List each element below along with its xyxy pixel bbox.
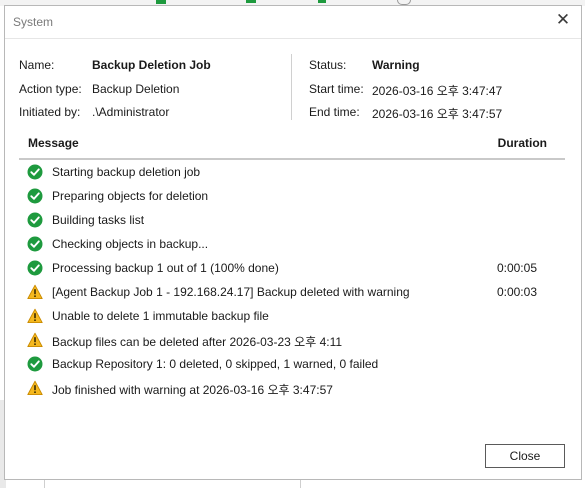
system-dialog: System ✕ Name: Backup Deletion Job Actio… bbox=[4, 5, 582, 480]
close-icon[interactable]: ✕ bbox=[552, 9, 574, 31]
log-row[interactable]: Starting backup deletion job bbox=[19, 160, 565, 184]
log-row[interactable]: Building tasks list bbox=[19, 208, 565, 232]
log-row[interactable]: Preparing objects for deletion bbox=[19, 184, 565, 208]
log-message: Unable to delete 1 immutable backup file bbox=[52, 309, 269, 323]
log-message: Checking objects in backup... bbox=[52, 237, 209, 251]
duration-column-header[interactable]: Duration bbox=[498, 136, 547, 150]
warning-triangle-icon bbox=[27, 332, 43, 348]
success-check-icon bbox=[27, 356, 43, 372]
background-green-icon bbox=[318, 0, 326, 3]
close-button[interactable]: Close bbox=[485, 444, 565, 468]
success-check-icon bbox=[27, 212, 43, 228]
log-row[interactable]: Unable to delete 1 immutable backup file bbox=[19, 304, 565, 328]
action-type-label: Action type: bbox=[19, 82, 82, 96]
dialog-title: System bbox=[13, 15, 54, 29]
background-green-icon bbox=[156, 0, 166, 4]
success-check-icon bbox=[27, 260, 43, 276]
log-message: Backup Repository 1: 0 deleted, 0 skippe… bbox=[52, 357, 379, 371]
status-label: Status: bbox=[309, 58, 347, 72]
message-column-header[interactable]: Message bbox=[28, 136, 79, 150]
success-check-icon bbox=[27, 188, 43, 204]
log-duration: 0:00:03 bbox=[496, 285, 537, 299]
info-divider bbox=[291, 54, 292, 120]
log-row[interactable]: Backup Repository 1: 0 deleted, 0 skippe… bbox=[19, 352, 565, 376]
dialog-titlebar: System ✕ bbox=[5, 6, 581, 39]
warning-triangle-icon bbox=[27, 284, 43, 300]
job-name-value: Backup Deletion Job bbox=[92, 58, 211, 72]
log-message: Job finished with warning at 2026-03-16 … bbox=[52, 383, 333, 397]
log-duration: 0:00:05 bbox=[496, 261, 537, 275]
success-check-icon bbox=[27, 236, 43, 252]
log-row[interactable]: Backup files can be deleted after 2026-0… bbox=[19, 328, 565, 352]
status-value: Warning bbox=[372, 58, 420, 72]
log-table-header: Message Duration bbox=[19, 132, 565, 160]
warning-triangle-icon bbox=[27, 380, 43, 396]
start-time-value: 2026-03-16 오후 3:47:47 bbox=[372, 84, 503, 98]
initiated-by-label: Initiated by: bbox=[19, 105, 81, 119]
log-message: Building tasks list bbox=[52, 213, 145, 227]
action-type-value: Backup Deletion bbox=[92, 82, 180, 96]
success-check-icon bbox=[27, 164, 43, 180]
name-label: Name: bbox=[19, 58, 55, 72]
log-row[interactable]: Checking objects in backup... bbox=[19, 232, 565, 256]
start-time-label: Start time: bbox=[309, 82, 364, 96]
log-message: Processing backup 1 out of 1 (100% done) bbox=[52, 261, 279, 275]
log-list[interactable]: Starting backup deletion job Preparing ob… bbox=[19, 160, 565, 400]
log-message: Starting backup deletion job bbox=[52, 165, 201, 179]
log-row[interactable]: [Agent Backup Job 1 - 192.168.24.17] Bac… bbox=[19, 280, 565, 304]
background-divider bbox=[44, 480, 45, 488]
log-message: [Agent Backup Job 1 - 192.168.24.17] Bac… bbox=[52, 285, 410, 299]
log-row[interactable]: Processing backup 1 out of 1 (100% done)… bbox=[19, 256, 565, 280]
job-info: Name: Backup Deletion Job Action type: B… bbox=[19, 58, 567, 124]
initiated-by-value: .\Administrator bbox=[92, 105, 170, 119]
log-row[interactable]: Job finished with warning at 2026-03-16 … bbox=[19, 376, 565, 400]
background-green-icon bbox=[246, 0, 256, 3]
log-message: Backup files can be deleted after 2026-0… bbox=[52, 335, 343, 349]
end-time-label: End time: bbox=[309, 105, 360, 119]
background-divider bbox=[300, 480, 301, 488]
end-time-value: 2026-03-16 오후 3:47:57 bbox=[372, 107, 503, 121]
warning-triangle-icon bbox=[27, 308, 43, 324]
log-message: Preparing objects for deletion bbox=[52, 189, 209, 203]
